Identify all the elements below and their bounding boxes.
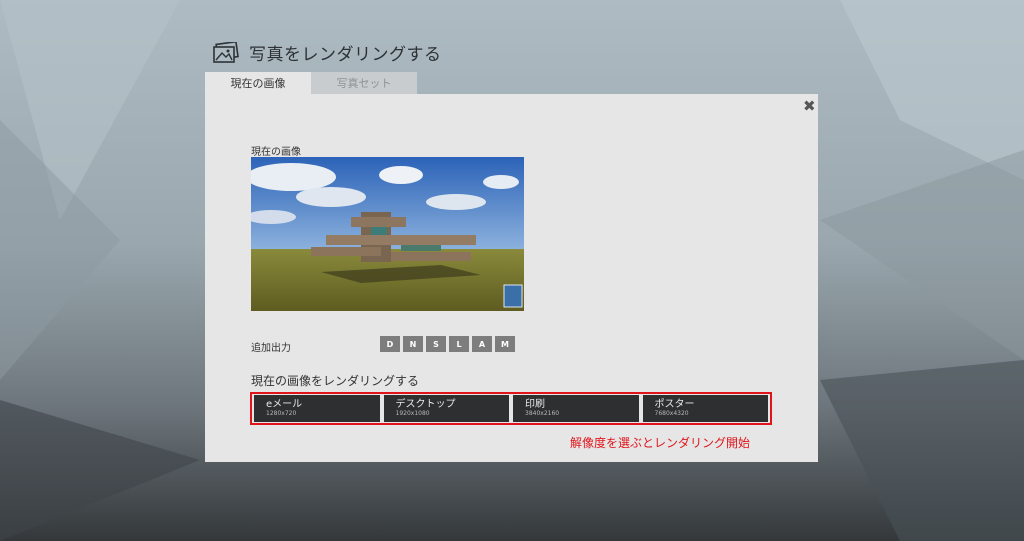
tab-bar: 現在の画像 写真セット <box>205 72 417 94</box>
additional-output-buttons: D N S L A M <box>380 336 515 352</box>
additional-output-label: 追加出力 <box>251 343 291 354</box>
annotation-note: 解像度を選ぶとレンダリング開始 <box>570 436 751 450</box>
render-desktop-button[interactable]: デスクトップ 1920x1080 <box>383 395 509 422</box>
render-option-size: 3840x2160 <box>525 410 560 417</box>
output-a-button[interactable]: A <box>472 336 492 352</box>
render-option-name: 印刷 <box>525 399 545 410</box>
window-title: 写真をレンダリングする <box>249 45 442 65</box>
output-d-button[interactable]: D <box>380 336 400 352</box>
render-option-name: デスクトップ <box>395 399 456 410</box>
render-heading: 現在の画像をレンダリングする <box>251 374 420 388</box>
output-l-button[interactable]: L <box>449 336 469 352</box>
render-email-button[interactable]: eメール 1280x720 <box>254 395 380 422</box>
render-poster-button[interactable]: ポスター 7680x4320 <box>642 395 768 422</box>
render-option-name: eメール <box>266 399 303 410</box>
current-image-preview <box>251 157 524 311</box>
output-m-button[interactable]: M <box>495 336 515 352</box>
output-n-button[interactable]: N <box>403 336 423 352</box>
render-option-size: 1920x1080 <box>395 410 430 417</box>
render-print-button[interactable]: 印刷 3840x2160 <box>513 395 639 422</box>
photo-icon <box>213 41 239 63</box>
close-icon[interactable]: ✖ <box>803 97 816 115</box>
tab-current-image[interactable]: 現在の画像 <box>205 72 311 94</box>
tab-photo-set[interactable]: 写真セット <box>311 72 417 94</box>
render-option-name: ポスター <box>654 399 695 410</box>
render-resolution-bar: eメール 1280x720 デスクトップ 1920x1080 印刷 3840x2… <box>250 392 772 425</box>
render-option-size: 7680x4320 <box>654 410 689 417</box>
window-title-row: 写真をレンダリングする <box>213 40 442 65</box>
preview-label: 現在の画像 <box>251 147 301 158</box>
render-dialog-panel: ✖ 現在の画像 追加出力 D N S L A M 現在の画像をレンダリングする … <box>205 94 818 462</box>
output-s-button[interactable]: S <box>426 336 446 352</box>
render-option-size: 1280x720 <box>266 410 297 417</box>
